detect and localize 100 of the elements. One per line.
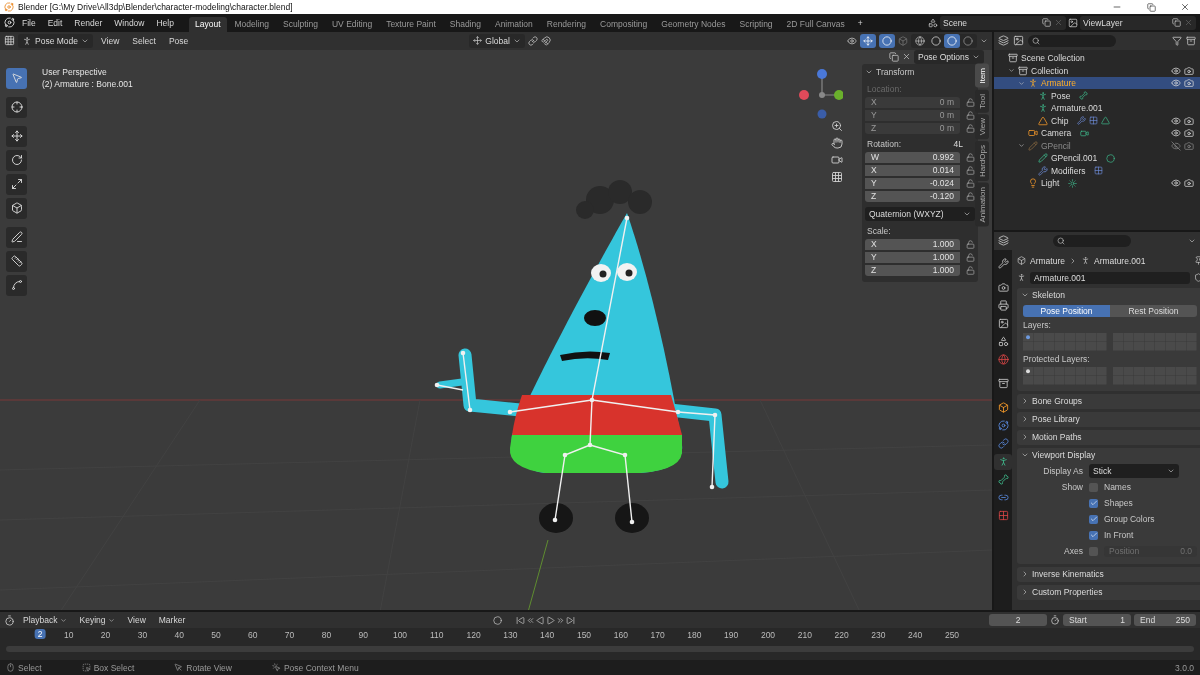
- panel-header[interactable]: Viewport Display: [1017, 447, 1200, 463]
- pin-icon[interactable]: [1194, 256, 1200, 266]
- lock-icon[interactable]: [966, 191, 975, 201]
- panel-header[interactable]: Skeleton: [1017, 287, 1200, 303]
- jump-start-icon[interactable]: [516, 615, 526, 625]
- next-key-icon[interactable]: [556, 615, 566, 625]
- camera-icon[interactable]: [1184, 128, 1194, 139]
- current-frame-field[interactable]: 2: [989, 614, 1047, 627]
- lock-icon[interactable]: [966, 123, 975, 133]
- number-field[interactable]: X 1.000: [865, 238, 960, 250]
- lock-icon[interactable]: [966, 165, 975, 175]
- mode-dropdown[interactable]: Pose Mode: [18, 33, 93, 48]
- eye-icon[interactable]: [1171, 178, 1181, 189]
- properties-tab[interactable]: [994, 453, 1012, 470]
- orientation-dropdown[interactable]: Global: [469, 33, 525, 48]
- close-icon[interactable]: [901, 52, 911, 62]
- workspace-tab[interactable]: Compositing: [594, 16, 654, 32]
- rotation-mode-dropdown[interactable]: Quaternion (WXYZ): [865, 206, 975, 221]
- workspace-tab[interactable]: Layout: [188, 16, 227, 32]
- shading-button[interactable]: [928, 33, 944, 48]
- panel-header[interactable]: Custom Properties: [1017, 584, 1200, 600]
- camera-icon[interactable]: [1184, 78, 1194, 89]
- number-field[interactable]: Y -0.024: [865, 177, 960, 189]
- camera-icon[interactable]: [1184, 178, 1194, 189]
- play-icon[interactable]: [546, 615, 556, 625]
- outliner-row[interactable]: Armature.001: [994, 101, 1200, 115]
- sidebar-tab[interactable]: Animation: [975, 183, 989, 227]
- toggle-button[interactable]: Pose Position: [1023, 304, 1110, 317]
- editor-type-icon[interactable]: [4, 35, 15, 47]
- armature-icon[interactable]: [1017, 273, 1026, 283]
- display-as-dropdown[interactable]: Stick: [1089, 464, 1179, 479]
- tool-button[interactable]: [6, 250, 27, 272]
- checkbox[interactable]: [1089, 482, 1098, 492]
- zoom-icon[interactable]: [831, 119, 843, 132]
- fake-user-icon[interactable]: [1194, 273, 1200, 283]
- outliner-row[interactable]: Camera: [994, 126, 1200, 140]
- camera-icon[interactable]: [831, 153, 843, 166]
- workspace-tab[interactable]: Modeling: [228, 16, 275, 32]
- outliner-row[interactable]: Collection: [994, 64, 1200, 77]
- add-workspace-button[interactable]: +: [852, 15, 868, 30]
- scene-field[interactable]: Scene: [940, 15, 1066, 30]
- tool-button[interactable]: [6, 274, 27, 296]
- toggle-button[interactable]: Rest Position: [1110, 304, 1197, 317]
- camera-icon[interactable]: [1184, 65, 1194, 76]
- number-field[interactable]: Z -0.120: [865, 190, 960, 202]
- sidebar-tab[interactable]: View: [975, 114, 989, 140]
- checkbox[interactable]: [1089, 514, 1098, 524]
- filter-icon[interactable]: [1172, 35, 1182, 46]
- shading-button[interactable]: [912, 33, 928, 48]
- overlay-toggle[interactable]: [879, 33, 895, 48]
- menu-item[interactable]: Render: [69, 15, 108, 30]
- gizmo-toggle[interactable]: [860, 33, 876, 48]
- workspace-tab[interactable]: 2D Full Canvas: [780, 16, 851, 32]
- number-field[interactable]: X 0.014: [865, 164, 960, 176]
- lock-icon[interactable]: [966, 178, 975, 188]
- previous-key-icon[interactable]: [526, 615, 536, 625]
- sidebar-tab[interactable]: HardOps: [975, 141, 989, 182]
- workspace-tab[interactable]: Texture Paint: [380, 16, 442, 32]
- search-field[interactable]: [1053, 234, 1131, 247]
- editor-type-icon[interactable]: [998, 35, 1009, 47]
- start-frame-field[interactable]: Start 1: [1063, 614, 1131, 627]
- tool-button[interactable]: [6, 96, 27, 118]
- timer-icon[interactable]: [1050, 615, 1060, 626]
- magnet-icon[interactable]: [540, 35, 551, 46]
- number-field[interactable]: Y 1.000: [865, 251, 960, 263]
- outliner-row[interactable]: Chip: [994, 114, 1200, 127]
- new-collection-icon[interactable]: [1186, 35, 1196, 46]
- outliner-row[interactable]: Armature: [994, 76, 1200, 90]
- jump-end-icon[interactable]: [566, 615, 576, 625]
- shading-button[interactable]: [944, 33, 960, 48]
- workspace-tab[interactable]: Shading: [443, 16, 487, 32]
- menu-item[interactable]: Edit: [42, 15, 68, 30]
- lock-icon[interactable]: [966, 152, 975, 162]
- checkbox[interactable]: [1089, 498, 1098, 508]
- lock-icon[interactable]: [966, 239, 975, 249]
- editor-type-icon[interactable]: [998, 235, 1009, 247]
- pan-icon[interactable]: [831, 136, 843, 149]
- menu-item[interactable]: Window: [109, 15, 150, 30]
- menu-item[interactable]: File: [17, 15, 41, 30]
- checkbox[interactable]: [1089, 530, 1098, 540]
- rotation-lock-badge[interactable]: 4L: [953, 138, 963, 149]
- menu-item[interactable]: Marker: [153, 613, 191, 628]
- checkbox[interactable]: [1089, 546, 1098, 556]
- visibility-icon[interactable]: [847, 35, 857, 46]
- workspace-tab[interactable]: Rendering: [540, 16, 592, 32]
- workspace-tab[interactable]: Scripting: [733, 16, 779, 32]
- workspace-tab[interactable]: Sculpting: [277, 16, 324, 32]
- outliner-row[interactable]: Scene Collection: [994, 51, 1200, 65]
- lock-icon[interactable]: [966, 252, 975, 262]
- number-field[interactable]: Z 1.000: [865, 264, 960, 276]
- camera-icon[interactable]: [1184, 115, 1194, 126]
- menu-item[interactable]: Select: [127, 33, 161, 48]
- panel-header[interactable]: Inverse Kinematics: [1017, 566, 1200, 582]
- current-frame-marker[interactable]: 2: [34, 629, 46, 640]
- tool-button[interactable]: [6, 197, 27, 219]
- panel-header[interactable]: Bone Groups: [1017, 393, 1200, 409]
- editor-type-icon[interactable]: [4, 614, 15, 626]
- data-name-field[interactable]: Armature.001: [1030, 271, 1190, 284]
- tool-button[interactable]: [6, 67, 27, 89]
- display-mode-icon[interactable]: [1013, 35, 1024, 47]
